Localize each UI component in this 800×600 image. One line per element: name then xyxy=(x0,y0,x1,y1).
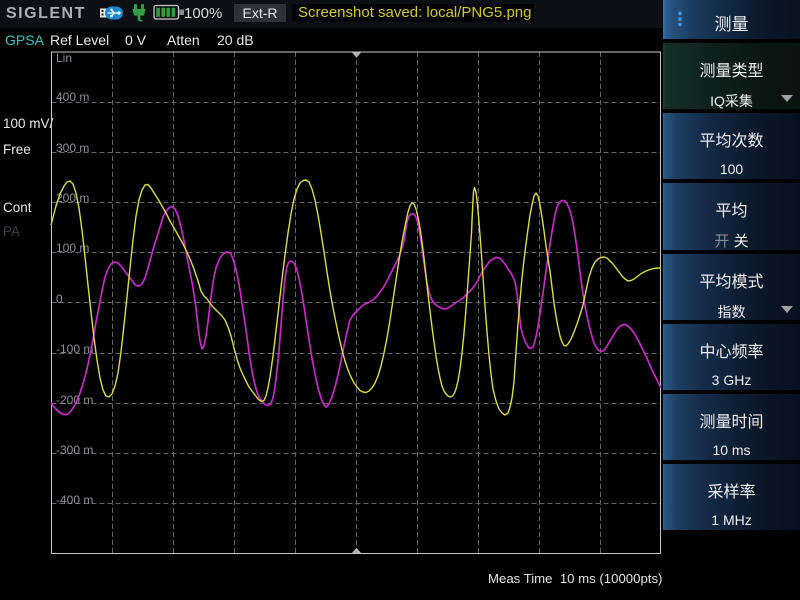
svg-text:0: 0 xyxy=(56,292,63,306)
svg-text:-400 m: -400 m xyxy=(56,493,93,507)
svg-text:300 m: 300 m xyxy=(56,141,89,155)
svg-text:-100 m: -100 m xyxy=(56,342,93,356)
svg-text:Lin: Lin xyxy=(56,51,72,65)
svg-text:400 m: 400 m xyxy=(56,90,89,104)
svg-text:-300 m: -300 m xyxy=(56,443,93,457)
